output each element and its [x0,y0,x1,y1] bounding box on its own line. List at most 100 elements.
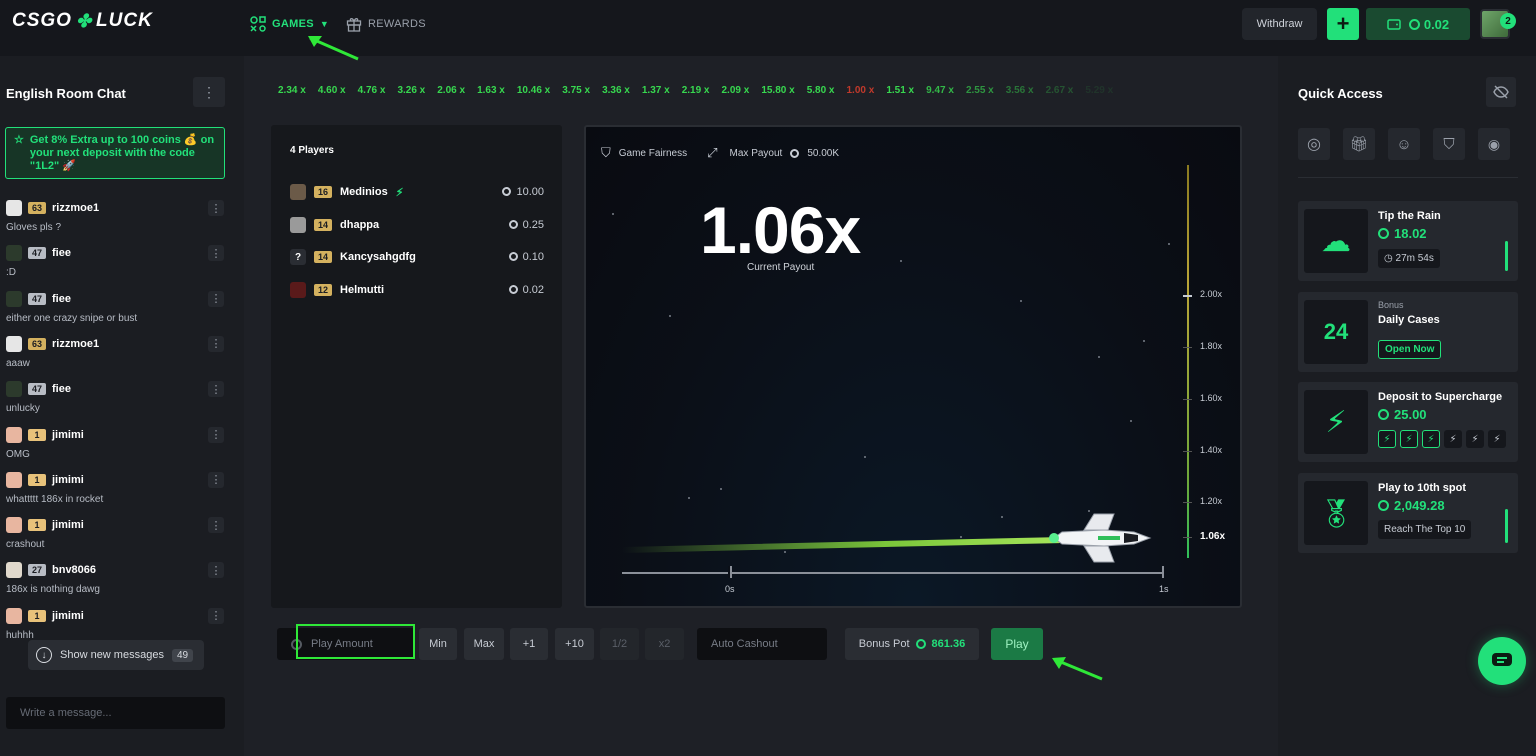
history-multiplier[interactable]: 1.63 x [477,85,505,96]
history-multiplier[interactable]: 2.06 x [437,85,465,96]
daily-cases-card[interactable]: 24 Bonus Daily Cases Open Now [1298,292,1518,372]
message-menu-button[interactable]: ⋮ [208,290,224,307]
history-multiplier[interactable]: 2.67 x [1046,85,1074,96]
avatar[interactable] [6,200,22,216]
player-bet: 0.02 [508,284,544,296]
message-menu-button[interactable]: ⋮ [208,381,224,398]
history-multiplier[interactable]: 10.46 x [517,85,550,96]
nav-games-label: GAMES [272,18,314,30]
message-menu-button[interactable]: ⋮ [208,471,224,488]
history-multiplier[interactable]: 2.55 x [966,85,994,96]
message-menu-button[interactable]: ⋮ [208,426,224,443]
message-menu-button[interactable]: ⋮ [208,335,224,352]
deposit-plus-button[interactable]: + [1327,8,1359,40]
history-multiplier[interactable]: 3.56 x [1006,85,1034,96]
message-menu-button[interactable]: ⋮ [208,200,224,216]
history-multiplier[interactable]: 4.76 x [358,85,386,96]
max-button[interactable]: Max [464,628,504,660]
chat-message-text: crashout [6,539,45,551]
chat-username[interactable]: rizzmoe1 [52,338,99,350]
tip-rain-card[interactable]: ☁ Tip the Rain 18.02 ◷ 27m 54s [1298,201,1518,281]
leaderboard-card[interactable]: 🏅︎ Play to 10th spot 2,049.28 Reach The … [1298,473,1518,553]
min-button[interactable]: Min [419,628,457,660]
chat-username[interactable]: jimimi [52,610,84,622]
chat-menu-button[interactable]: ⋮ [193,77,225,107]
avatar[interactable] [6,517,22,534]
history-multiplier[interactable]: 3.75 x [562,85,590,96]
chat-username[interactable]: fiee [52,383,71,395]
chat-message-header: 1 jimimi [6,607,230,624]
history-multiplier[interactable]: 3.36 x [602,85,630,96]
message-menu-button[interactable]: ⋮ [208,562,224,579]
message-menu-button[interactable]: ⋮ [208,607,224,624]
quick-fairness-button[interactable]: ⛉ [1433,128,1465,160]
quick-rewards-button[interactable]: 🎁︎ [1343,128,1375,160]
avatar[interactable] [6,290,22,307]
plus-ten-button[interactable]: +10 [555,628,594,660]
nav-rewards-label: REWARDS [368,18,426,30]
chat-username[interactable]: bnv8066 [52,564,96,576]
auto-cashout-input[interactable]: Auto Cashout [697,628,827,660]
quick-profile-button[interactable]: ☺ [1388,128,1420,160]
chat-username[interactable]: jimimi [52,519,84,531]
hide-panel-button[interactable] [1486,77,1516,107]
avatar[interactable] [6,562,22,579]
quick-discord-button[interactable]: ◉ [1478,128,1510,160]
medal-icon: 🏅︎ [1304,481,1368,545]
promo-banner[interactable]: ☆ Get 8% Extra up to 100 coins 💰 on your… [5,127,225,179]
half-button[interactable]: 1/2 [600,628,639,660]
level-badge: 1 [28,473,46,486]
history-multiplier[interactable]: 1.00 x [847,85,875,96]
chat-username[interactable]: jimimi [52,429,84,441]
chat-message: 47 fiee unlucky ⋮ [6,381,230,414]
history-multiplier[interactable]: 2.19 x [682,85,710,96]
y-tick-mark [1183,399,1192,400]
chat-username[interactable]: fiee [52,293,71,305]
chat-username[interactable]: fiee [52,247,71,259]
play-button[interactable]: Play [991,628,1043,660]
history-multiplier[interactable]: 9.47 x [926,85,954,96]
open-now-button[interactable]: Open Now [1378,340,1442,359]
star-dot [1143,340,1145,342]
game-fairness-link[interactable]: Game Fairness [619,148,687,159]
supercharge-card[interactable]: ⚡︎ Deposit to Supercharge 25.00 ⚡︎ ⚡︎ ⚡︎ ⚡︎… [1298,382,1518,462]
avatar[interactable] [6,245,22,262]
withdraw-button[interactable]: Withdraw [1242,8,1317,40]
avatar[interactable] [6,335,22,352]
show-new-messages-label: Show new messages [60,649,164,661]
message-menu-button[interactable]: ⋮ [208,245,224,262]
plus-one-button[interactable]: +1 [510,628,548,660]
site-logo[interactable]: CSGO ✤ LUCK [12,10,153,32]
chat-message: 27 bnv8066 186x is nothing dawg ⋮ [6,562,230,595]
avatar[interactable] [6,607,22,624]
history-multiplier[interactable]: 5.29 x [1085,85,1113,96]
quick-access-title: Quick Access [1298,86,1383,101]
quick-affiliate-button[interactable]: ◎ [1298,128,1330,160]
y-tick-label: 1.06x [1200,531,1226,542]
history-multiplier[interactable]: 1.51 x [886,85,914,96]
double-button[interactable]: x2 [645,628,684,660]
history-multiplier[interactable]: 4.60 x [318,85,346,96]
show-new-messages-button[interactable]: ↓ Show new messages 49 [28,640,204,670]
chat-input[interactable]: Write a message... [6,697,225,729]
y-tick-label: 1.80x [1200,341,1223,351]
history-multiplier[interactable]: 2.34 x [278,85,306,96]
avatar[interactable] [6,426,22,443]
support-chat-button[interactable] [1478,637,1526,685]
chat-username[interactable]: jimimi [52,474,84,486]
avatar[interactable] [6,381,22,398]
history-multiplier[interactable]: 2.09 x [722,85,750,96]
history-multiplier[interactable]: 3.26 x [397,85,425,96]
chat-username[interactable]: rizzmoe1 [52,202,99,214]
chat-message-header: 1 jimimi [6,517,230,534]
x-axis-line [622,572,1163,574]
wallet-balance-button[interactable]: 0.02 [1366,8,1470,40]
history-multiplier[interactable]: 1.37 x [642,85,670,96]
level-badge: 47 [28,383,46,396]
player-row: 16 Medinios ⚡︎ 10.00 [290,183,544,201]
chat-message-text: either one crazy snipe or bust [6,312,138,324]
history-multiplier[interactable]: 15.80 x [761,85,794,96]
avatar[interactable] [6,471,22,488]
history-multiplier[interactable]: 5.80 x [807,85,835,96]
message-menu-button[interactable]: ⋮ [208,517,224,534]
